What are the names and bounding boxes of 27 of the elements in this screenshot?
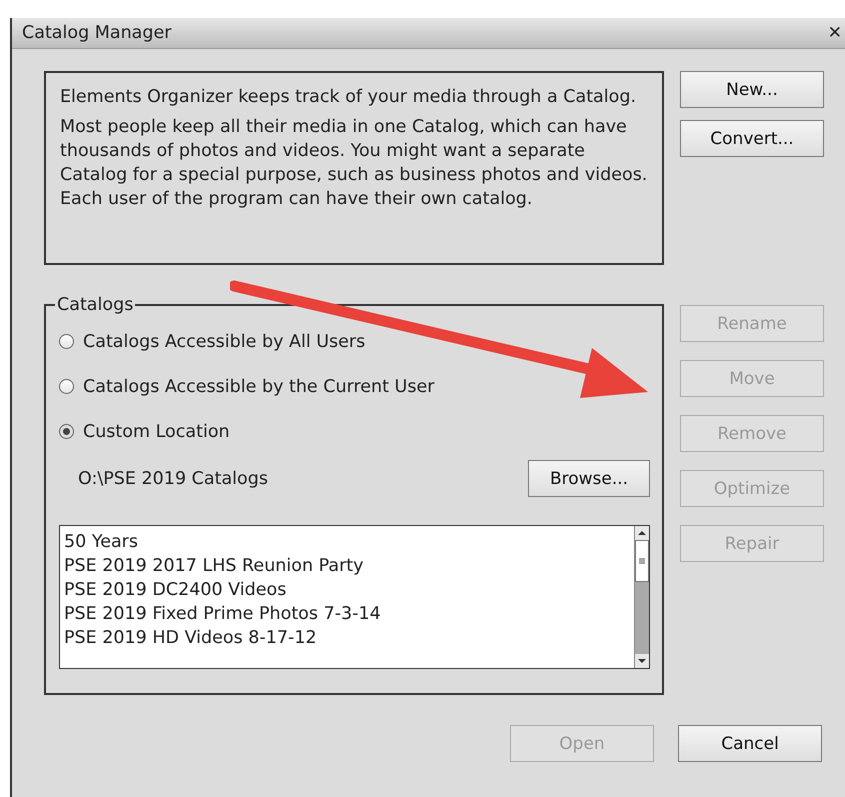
catalog-item[interactable]: PSE 2019 2017 LHS Reunion Party (64, 554, 630, 578)
catalog-item[interactable]: 50 Years (64, 530, 630, 554)
window-title: Catalog Manager (22, 23, 172, 43)
catalog-item[interactable]: PSE 2019 HD Videos 8-17-12 (64, 626, 630, 650)
radio-button[interactable] (59, 424, 74, 439)
catalog-list[interactable]: 50 Years PSE 2019 2017 LHS Reunion Party PSE 2019 DC2400 Videos PSE 2019 Fixed Prime Photos 7-3-14 PSE 2019 HD Videos 8-17-12 (59, 525, 650, 669)
radio-label[interactable]: Catalogs Accessible by the Current User (83, 376, 434, 396)
scroll-up-icon[interactable] (635, 526, 649, 540)
radio-label[interactable]: Custom Location (83, 422, 230, 442)
radio-button[interactable] (59, 334, 74, 349)
scroll-thumb[interactable] (635, 540, 649, 582)
catalog-item[interactable]: PSE 2019 DC2400 Videos (64, 578, 630, 602)
group-title: Catalogs (56, 295, 134, 315)
radio-button[interactable] (59, 379, 74, 394)
scroll-down-icon[interactable] (635, 654, 649, 668)
grip-icon (639, 558, 645, 564)
dialog-button[interactable]: Cancel (678, 725, 822, 762)
info-text: Most people keep all their media in one Catalog, which can have thousands of photos and videos. You might want a separate Catalog for a special purpose, such as business photos and videos. Each user of the program can have their own catalog. (60, 116, 648, 211)
dialog-button[interactable]: Convert... (680, 120, 824, 157)
radio-label[interactable]: Catalogs Accessible by All Users (83, 332, 366, 352)
location-path: O:\PSE 2019 Catalogs (78, 468, 268, 488)
catalog-item[interactable]: PSE 2019 Fixed Prime Photos 7-3-14 (64, 602, 630, 626)
browse-button[interactable]: Browse... (528, 460, 650, 497)
close-button[interactable]: ✕ (828, 23, 842, 43)
scrollbar[interactable] (634, 526, 649, 668)
info-text: Elements Organizer keeps track of your media through a Catalog. (60, 86, 638, 109)
dialog-button[interactable]: New... (680, 71, 824, 108)
